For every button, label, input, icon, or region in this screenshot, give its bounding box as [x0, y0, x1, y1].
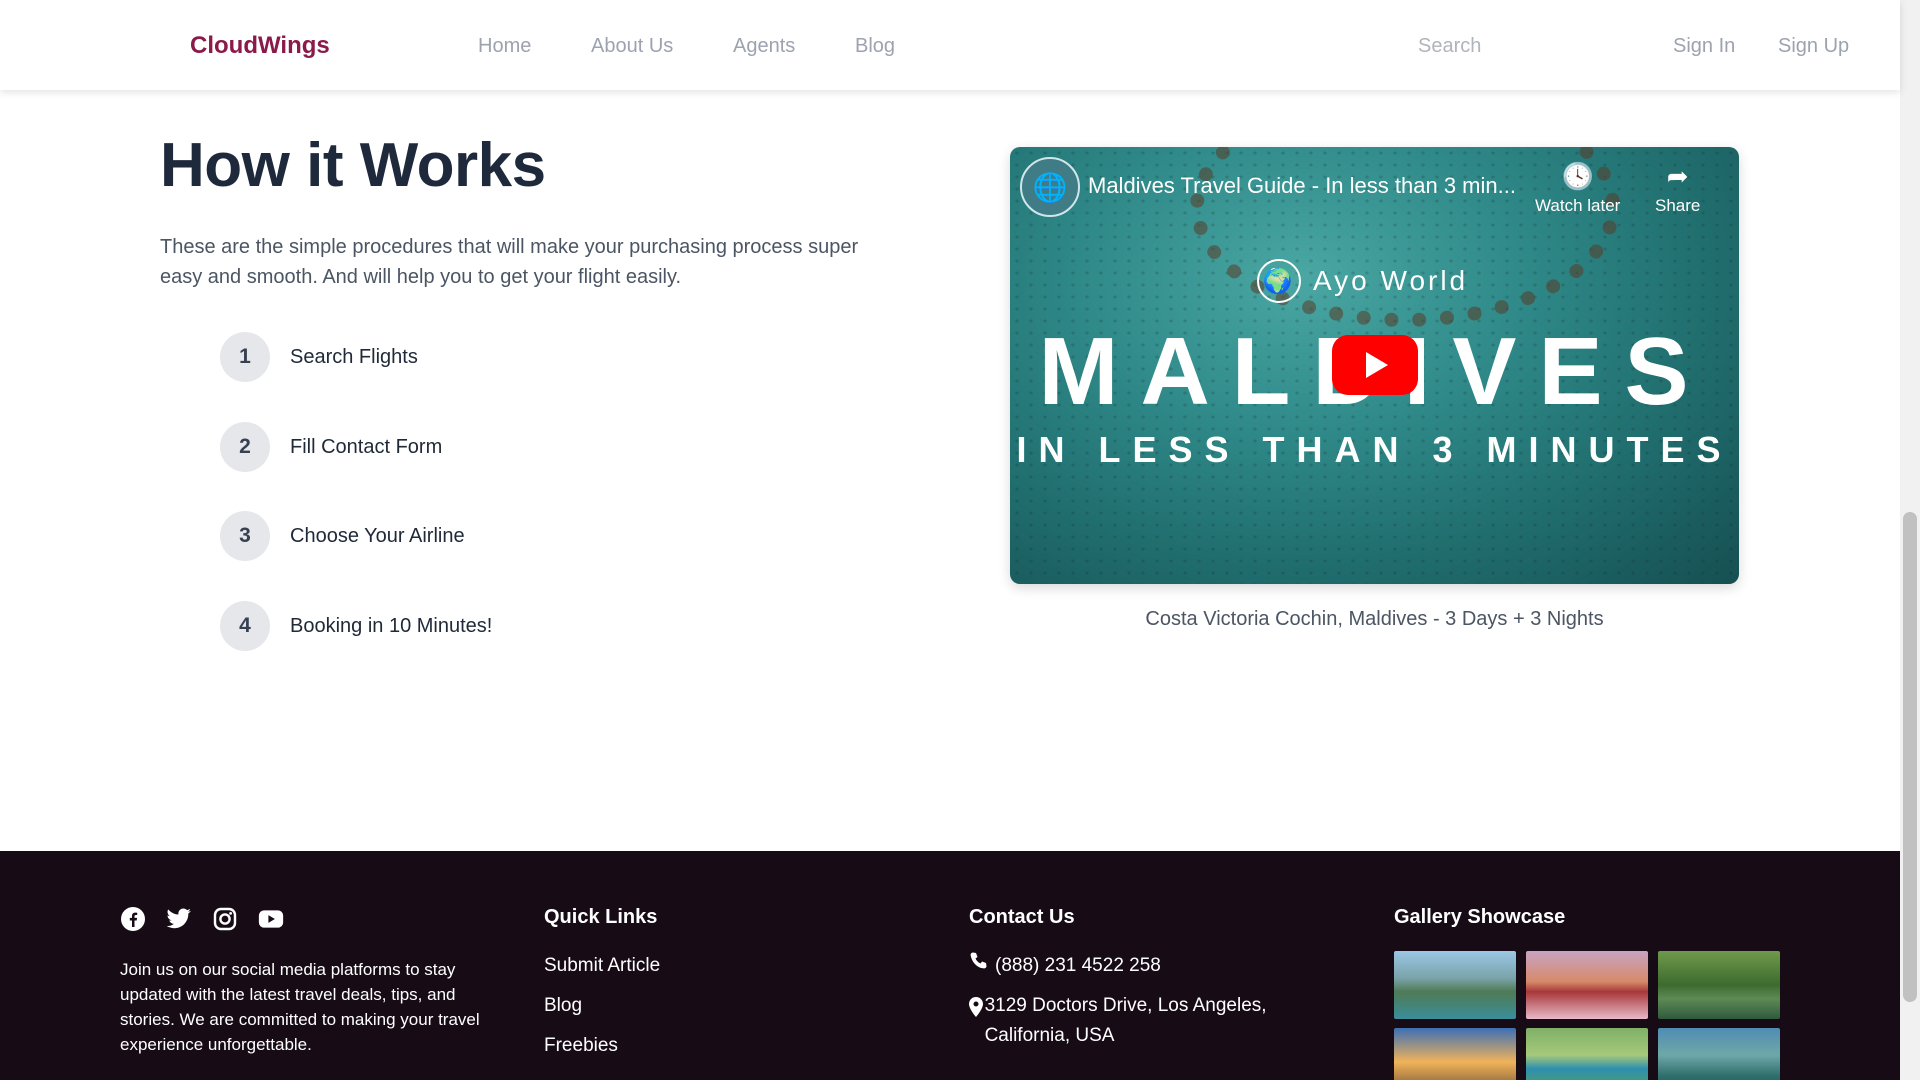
address-text: 3129 Doctors Drive, Los Angeles, Califor…: [984, 995, 1267, 1046]
step-item: 3 Choose Your Airline: [220, 511, 465, 561]
footer-about-text: Join us on our social media platforms to…: [120, 960, 480, 1054]
top-navbar: CloudWings Home About Us Agents Blog Sea…: [0, 0, 1900, 90]
video-subheadline: IN LESS THAN 3 MINUTES: [1016, 429, 1733, 470]
video-brand-name: Ayo World: [1313, 265, 1469, 296]
globe-icon: 🌍: [1257, 259, 1301, 303]
phone-icon: [969, 951, 995, 981]
gallery-image[interactable]: [1394, 951, 1516, 1019]
nav-blog[interactable]: Blog: [855, 35, 895, 58]
watch-later-label: Watch later: [1535, 196, 1621, 215]
watch-later-button[interactable]: 🕓 Watch later: [1535, 161, 1620, 216]
step-label: Search Flights: [290, 345, 418, 368]
video-brand: 🌍 Ayo World: [1257, 259, 1468, 303]
gallery-grid: [1394, 951, 1780, 1080]
sign-up-link[interactable]: Sign Up: [1778, 35, 1849, 58]
section-description: These are the simple procedures that wil…: [160, 236, 859, 288]
share-button[interactable]: ➦ Share: [1655, 161, 1700, 216]
step-number: 2: [220, 422, 270, 472]
contact-address: 3129 Doctors Drive, Los Angeles, Califor…: [969, 991, 1309, 1051]
social-links: [120, 906, 284, 932]
play-button[interactable]: [1332, 335, 1418, 395]
location-pin-icon: [969, 991, 985, 1051]
video-embed[interactable]: 🌐 Maldives Travel Guide - In less than 3…: [1010, 147, 1739, 584]
step-number: 4: [220, 601, 270, 651]
video-caption: Costa Victoria Cochin, Maldives - 3 Days…: [1145, 608, 1604, 630]
quick-links-heading: Quick Links: [544, 906, 658, 928]
contact-heading: Contact Us: [969, 906, 1075, 928]
page-scrollbar[interactable]: [1900, 0, 1920, 1080]
step-number: 1: [220, 332, 270, 382]
contact-phone[interactable]: (888) 231 4522 258: [969, 951, 1161, 981]
instagram-icon[interactable]: [212, 906, 238, 932]
gallery-heading: Gallery Showcase: [1394, 906, 1566, 928]
gallery-image[interactable]: [1526, 951, 1648, 1019]
section-title: How it Works: [160, 131, 546, 200]
nav-home[interactable]: Home: [478, 35, 531, 58]
gallery-image[interactable]: [1658, 1028, 1780, 1080]
clock-icon: 🕓: [1561, 161, 1594, 191]
twitter-icon[interactable]: [166, 906, 192, 932]
search-input[interactable]: Search: [1418, 35, 1481, 58]
phone-number: (888) 231 4522 258: [995, 955, 1161, 976]
nav-agents[interactable]: Agents: [733, 35, 795, 58]
channel-avatar[interactable]: 🌐: [1020, 157, 1080, 217]
nav-about-us[interactable]: About Us: [591, 35, 673, 58]
step-item: 4 Booking in 10 Minutes!: [220, 601, 492, 651]
footer-link-submit-article[interactable]: Submit Article: [544, 955, 660, 977]
share-label: Share: [1655, 196, 1701, 215]
facebook-icon[interactable]: [120, 906, 146, 932]
youtube-icon[interactable]: [258, 906, 284, 932]
share-icon: ➦: [1666, 161, 1689, 191]
gallery-image[interactable]: [1394, 1028, 1516, 1080]
gallery-image[interactable]: [1526, 1028, 1648, 1080]
footer: Join us on our social media platforms to…: [0, 851, 1900, 1080]
step-item: 1 Search Flights: [220, 332, 418, 382]
footer-link-blog[interactable]: Blog: [544, 995, 582, 1017]
video-title[interactable]: Maldives Travel Guide - In less than 3 m…: [1088, 173, 1516, 199]
step-label: Fill Contact Form: [290, 435, 443, 458]
scrollbar-thumb[interactable]: [1903, 512, 1917, 1002]
brand-logo[interactable]: CloudWings: [190, 32, 330, 60]
footer-link-freebies[interactable]: Freebies: [544, 1035, 618, 1057]
step-label: Booking in 10 Minutes!: [290, 614, 493, 637]
sign-in-link[interactable]: Sign In: [1673, 35, 1735, 58]
step-number: 3: [220, 511, 270, 561]
gallery-image[interactable]: [1658, 951, 1780, 1019]
step-label: Choose Your Airline: [290, 524, 465, 547]
step-item: 2 Fill Contact Form: [220, 422, 442, 472]
